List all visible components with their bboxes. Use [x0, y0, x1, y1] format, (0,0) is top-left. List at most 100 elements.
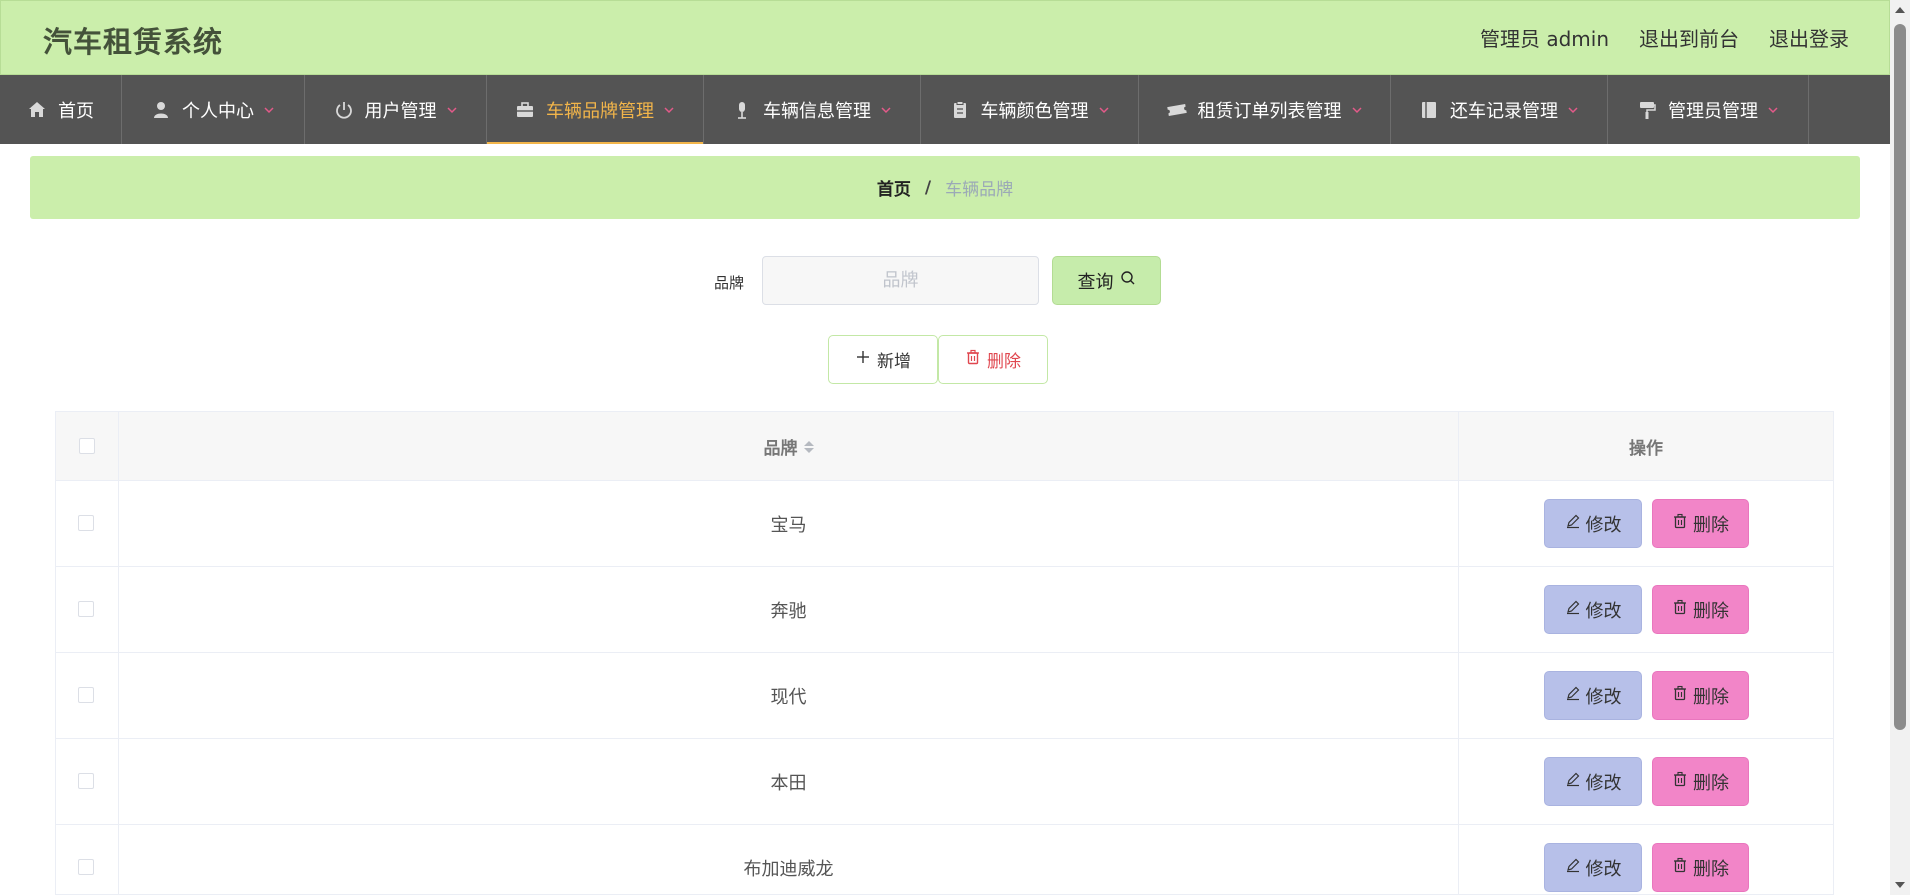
edit-button[interactable]: 修改 — [1544, 585, 1642, 634]
admin-user-label[interactable]: 管理员 admin — [1480, 23, 1609, 52]
edit-button[interactable]: 修改 — [1544, 499, 1642, 548]
header-check-cell — [56, 412, 119, 481]
ops-header-label: 操作 — [1629, 439, 1663, 459]
edit-label: 修改 — [1585, 686, 1622, 708]
nav-label: 个人中心 — [182, 100, 254, 122]
delete-label: 删除 — [1693, 514, 1729, 536]
brand-cell: 布加迪威龙 — [119, 825, 1459, 894]
row-checkbox[interactable] — [78, 601, 94, 617]
nav-label: 车辆信息管理 — [763, 100, 871, 122]
chevron-down-icon — [663, 104, 675, 116]
row-delete-button[interactable]: 删除 — [1652, 585, 1749, 634]
search-icon — [1120, 270, 1136, 291]
add-button-label: 新增 — [877, 352, 911, 372]
scrollbar-thumb[interactable] — [1894, 24, 1906, 730]
add-button[interactable]: 新增 — [828, 335, 938, 384]
edit-button[interactable]: 修改 — [1544, 757, 1642, 806]
chevron-down-icon — [1098, 104, 1110, 116]
trash-icon — [1672, 513, 1688, 534]
table-header: 品牌 操作 — [56, 412, 1833, 481]
row-delete-button[interactable]: 删除 — [1652, 843, 1749, 892]
batch-delete-label: 删除 — [987, 352, 1021, 372]
row-checkbox[interactable] — [78, 515, 94, 531]
nav-item-color-management[interactable]: 车辆颜色管理 — [921, 75, 1139, 144]
edit-button[interactable]: 修改 — [1544, 671, 1642, 720]
table-row: 宝马 修改 删除 — [56, 481, 1833, 567]
paint-roller-icon — [1637, 100, 1657, 120]
nav-item-vehicle-info[interactable]: 车辆信息管理 — [704, 75, 921, 144]
table-row: 奔驰 修改 删除 — [56, 567, 1833, 653]
table-row: 现代 修改 删除 — [56, 653, 1833, 739]
main-nav: 首页 个人中心 用户管理 车辆品牌管理 车辆信息管理 车辆颜色管理 租赁订单列表… — [0, 75, 1890, 144]
book-icon — [1419, 100, 1439, 120]
ops-column-header: 操作 — [1459, 412, 1833, 481]
plus-icon — [855, 349, 871, 370]
clipboard-icon — [950, 100, 970, 120]
nav-label: 管理员管理 — [1668, 100, 1758, 122]
row-checkbox[interactable] — [78, 859, 94, 875]
chevron-down-icon — [263, 104, 275, 116]
edit-label: 修改 — [1585, 514, 1622, 536]
nav-label: 首页 — [58, 100, 94, 122]
brand-header-label: 品牌 — [763, 439, 798, 459]
row-delete-button[interactable]: 删除 — [1652, 671, 1749, 720]
nav-item-user-management[interactable]: 用户管理 — [305, 75, 487, 144]
nav-item-personal-center[interactable]: 个人中心 — [122, 75, 305, 144]
header-links: 管理员 admin 退出到前台 退出登录 — [1480, 23, 1849, 52]
edit-pen-icon — [1565, 685, 1581, 706]
brand-column-header[interactable]: 品牌 — [119, 412, 1459, 481]
back-to-frontend-link[interactable]: 退出到前台 — [1639, 23, 1739, 52]
chevron-down-icon — [446, 104, 458, 116]
app-title: 汽车租赁系统 — [43, 25, 224, 59]
brand-cell: 宝马 — [119, 481, 1459, 567]
row-delete-button[interactable]: 删除 — [1652, 757, 1749, 806]
brand-table: 品牌 操作 宝马 修改 删除 奔驰 修改 删除 现代 修改 删除 本田 修改 删… — [55, 411, 1834, 895]
table-row: 布加迪威龙 修改 删除 — [56, 825, 1833, 894]
breadcrumb-current: 车辆品牌 — [945, 180, 1014, 200]
sort-icon[interactable] — [803, 440, 814, 453]
logout-link[interactable]: 退出登录 — [1769, 23, 1849, 52]
edit-pen-icon — [1565, 857, 1581, 878]
trash-icon — [1672, 771, 1688, 792]
nav-item-admin-management[interactable]: 管理员管理 — [1608, 75, 1809, 144]
page-scrollbar[interactable] — [1890, 0, 1910, 895]
brand-search-input[interactable] — [762, 256, 1039, 305]
nav-item-return-records[interactable]: 还车记录管理 — [1391, 75, 1608, 144]
edit-label: 修改 — [1585, 858, 1622, 880]
nav-label: 还车记录管理 — [1450, 100, 1558, 122]
query-button[interactable]: 查询 — [1052, 256, 1161, 305]
chevron-down-icon — [1351, 104, 1363, 116]
row-checkbox[interactable] — [78, 773, 94, 789]
briefcase-icon — [515, 100, 535, 120]
edit-label: 修改 — [1585, 600, 1622, 622]
ticket-icon — [1166, 100, 1187, 120]
nav-label: 车辆品牌管理 — [546, 100, 654, 122]
batch-delete-button[interactable]: 删除 — [938, 335, 1048, 384]
trash-icon — [1672, 685, 1688, 706]
scroll-down-arrow[interactable] — [1895, 882, 1905, 888]
edit-label: 修改 — [1585, 772, 1622, 794]
scroll-up-arrow[interactable] — [1895, 7, 1905, 13]
delete-label: 删除 — [1693, 858, 1729, 880]
breadcrumb-home[interactable]: 首页 — [877, 175, 911, 200]
trash-icon — [965, 349, 981, 370]
microphone-icon — [732, 100, 752, 120]
row-delete-button[interactable]: 删除 — [1652, 499, 1749, 548]
nav-item-order-management[interactable]: 租赁订单列表管理 — [1139, 75, 1391, 144]
search-label: 品牌 — [714, 274, 745, 292]
chevron-down-icon — [880, 104, 892, 116]
table-row: 本田 修改 删除 — [56, 739, 1833, 825]
select-all-checkbox[interactable] — [79, 438, 95, 454]
edit-pen-icon — [1565, 513, 1581, 534]
breadcrumb-separator: / — [924, 177, 932, 198]
home-icon — [27, 100, 47, 120]
nav-label: 租赁订单列表管理 — [1197, 100, 1342, 122]
top-header: 汽车租赁系统 管理员 admin 退出到前台 退出登录 — [0, 0, 1890, 75]
nav-item-home[interactable]: 首页 — [0, 75, 122, 144]
row-checkbox[interactable] — [78, 687, 94, 703]
brand-cell: 现代 — [119, 653, 1459, 739]
nav-item-brand-management[interactable]: 车辆品牌管理 — [487, 75, 704, 144]
edit-button[interactable]: 修改 — [1544, 843, 1642, 892]
delete-label: 删除 — [1693, 600, 1729, 622]
chevron-down-icon — [1567, 104, 1579, 116]
